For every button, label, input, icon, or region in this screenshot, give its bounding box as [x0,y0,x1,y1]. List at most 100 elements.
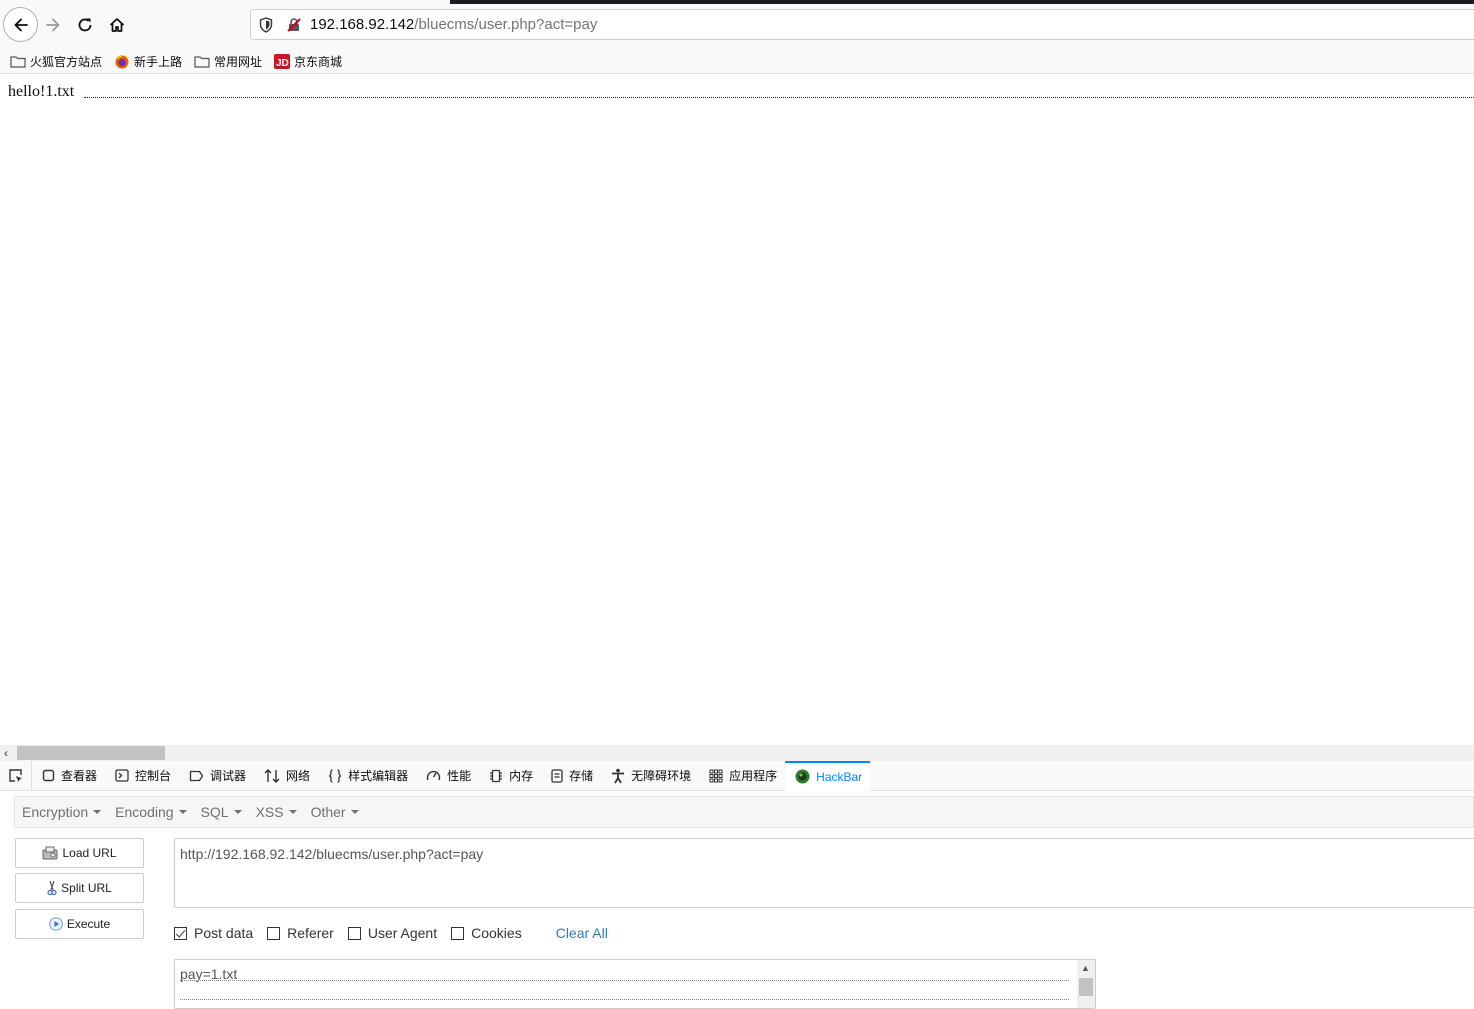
vertical-scrollbar[interactable]: ▲ [1077,960,1095,1008]
split-url-button[interactable]: Split URL [15,873,144,903]
tab-hackbar[interactable]: HackBar [785,760,871,791]
menu-label: Encryption [22,804,89,820]
focus-outline [180,999,1069,1000]
tracking-shield-icon[interactable] [259,17,273,33]
load-url-label: Load URL [62,846,117,860]
tab-label: 调试器 [210,769,247,783]
focus-outline [180,980,1069,981]
hackbar-menu: Encryption Encoding SQL XSS Other [14,796,1474,828]
execute-button[interactable]: Execute [15,909,144,939]
caret-down-icon [93,810,102,814]
load-url-button[interactable]: Load URL [15,838,144,868]
scroll-left-icon[interactable]: ‹ [4,746,8,760]
jd-icon: JD [274,54,291,69]
tab-label: 存储 [569,769,594,783]
referer-option[interactable]: Referer [267,925,334,941]
network-icon [264,768,280,783]
cookies-checkbox[interactable] [451,926,465,940]
bookmark-common-sites[interactable]: 常用网址 [194,53,262,70]
url-textarea[interactable]: http://192.168.92.142/bluecms/user.php?a… [174,838,1474,908]
home-icon [109,18,125,32]
post-data-textarea[interactable]: pay=1.txt ▲ [174,959,1096,1009]
tab-label: 应用程序 [729,769,778,783]
home-button[interactable] [100,8,134,42]
tab-label: 查看器 [61,769,98,783]
firefox-icon [114,54,130,69]
cookies-label: Cookies [471,925,522,941]
bookmark-firefox-official[interactable]: 火狐官方站点 [10,53,102,70]
tab-inspector[interactable]: 查看器 [32,761,105,791]
inspector-icon [42,769,55,782]
tab-style-editor[interactable]: 样式编辑器 [318,761,416,791]
folder-icon [194,55,210,69]
folder-icon [10,55,26,69]
back-arrow-icon [13,18,28,31]
console-icon [115,769,129,782]
user-agent-checkbox[interactable] [347,926,361,940]
page-content: hello!1.txt [0,75,1474,745]
caret-down-icon [178,810,187,814]
tab-memory[interactable]: 内存 [479,761,541,791]
memory-icon [490,769,503,782]
menu-label: Encoding [115,804,174,820]
menu-label: SQL [200,804,229,820]
clear-all-link[interactable]: Clear All [556,925,608,941]
back-button[interactable] [3,7,38,42]
window-edge [450,0,1474,4]
post-data-option[interactable]: Post data [174,925,253,941]
tab-performance[interactable]: 性能 [416,761,479,791]
post-data-checkbox[interactable] [174,926,187,940]
menu-label: Other [310,804,346,820]
focus-outline [84,97,1474,98]
page-output-text: hello!1.txt [8,83,75,100]
tab-label: 样式编辑器 [348,769,409,783]
tab-storage[interactable]: 存储 [541,761,601,791]
menu-sql[interactable]: SQL [194,804,249,820]
bookmark-jd[interactable]: JD 京东商城 [274,53,342,70]
tab-label: 网络 [286,769,311,783]
style-editor-icon [328,768,342,783]
bookmark-label: 京东商城 [294,55,343,69]
menu-encryption[interactable]: Encryption [15,804,108,820]
scrollbar-thumb[interactable] [17,746,165,760]
caret-down-icon [288,810,297,814]
tab-debugger[interactable]: 调试器 [179,761,254,791]
forward-arrow-icon [46,18,60,32]
devtools-tabbar: 查看器 控制台 调试器 网络 样式编辑器 性能 内存 存储 无障碍环境 应用程序… [0,760,1474,791]
picker-icon [8,768,22,782]
reload-icon [78,18,92,32]
user-agent-label: User Agent [367,925,438,941]
reload-button[interactable] [68,8,102,42]
bookmark-getting-started[interactable]: 新手上路 [114,53,182,70]
cookies-option[interactable]: Cookies [451,925,522,941]
address-bar[interactable]: 192.168.92.142/bluecms/user.php?act=pay [250,9,1474,40]
request-options: Post data Referer User Agent Cookies Cle… [174,925,608,941]
user-agent-option[interactable]: User Agent [347,925,438,941]
horizontal-scrollbar[interactable]: ‹ [0,745,1474,761]
debugger-icon [189,770,204,781]
tab-accessibility[interactable]: 无障碍环境 [601,761,699,791]
svg-text:JD: JD [276,58,289,69]
menu-other[interactable]: Other [304,804,366,820]
tab-label: 内存 [509,769,534,783]
referer-checkbox[interactable] [267,926,281,940]
caret-down-icon [350,810,359,814]
accessibility-icon [612,768,625,783]
menu-encoding[interactable]: Encoding [108,804,193,820]
insecure-lock-icon[interactable] [286,17,302,33]
tab-console[interactable]: 控制台 [105,761,179,791]
element-picker-button[interactable] [0,760,32,791]
tab-label: 无障碍环境 [631,769,692,783]
forward-button[interactable] [36,8,70,42]
play-icon [49,917,63,931]
execute-label: Execute [66,917,111,931]
tab-label: HackBar [816,769,863,784]
tab-network[interactable]: 网络 [254,761,318,791]
application-icon [709,769,723,782]
menu-xss[interactable]: XSS [249,804,304,820]
hackbar-panel: Encryption Encoding SQL XSS Other Load U… [0,791,1474,1009]
scroll-up-icon[interactable]: ▲ [1081,963,1090,973]
split-url-label: Split URL [61,881,112,895]
tab-application[interactable]: 应用程序 [699,761,785,791]
scrollbar-thumb[interactable] [1079,978,1093,996]
